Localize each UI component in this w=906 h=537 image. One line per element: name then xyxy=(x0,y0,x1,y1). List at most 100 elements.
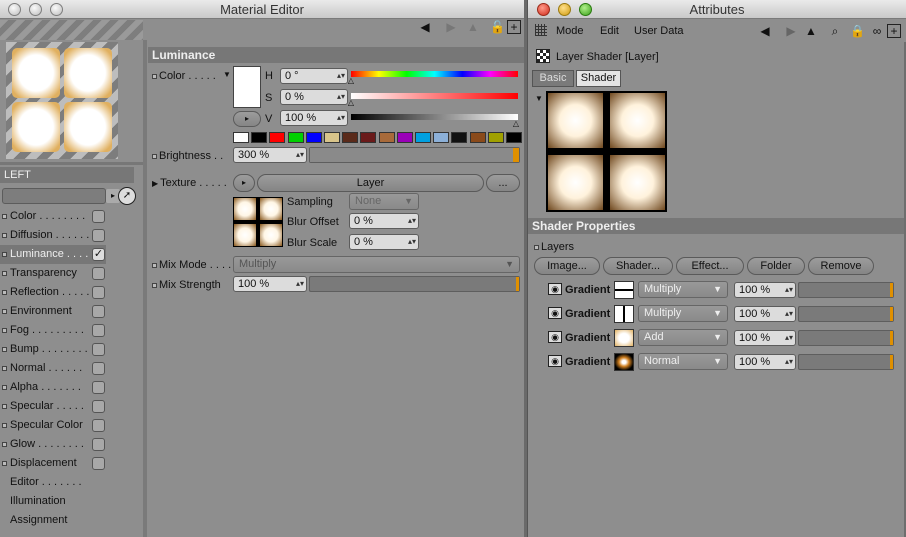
menu-user-data[interactable]: User Data xyxy=(634,24,684,38)
layer-name[interactable]: Gradient xyxy=(565,355,610,369)
layer-blend-select[interactable]: Normal ▼ xyxy=(638,353,728,370)
channel-checkbox[interactable] xyxy=(92,457,105,470)
texture-expand-icon[interactable]: ▶ xyxy=(152,179,158,188)
remove-button[interactable]: Remove xyxy=(808,257,874,275)
color-swatch[interactable] xyxy=(360,132,377,143)
lock-icon[interactable]: 🔒 xyxy=(850,24,865,38)
channel-item[interactable]: Specular Color xyxy=(0,416,106,435)
hue-slider[interactable] xyxy=(351,71,518,77)
channel-item[interactable]: Glow . . . . . . . . xyxy=(0,435,106,454)
channel-checkbox[interactable] xyxy=(92,210,105,223)
cursor-up-icon[interactable]: ▲ xyxy=(804,24,818,38)
color-swatch[interactable] xyxy=(378,132,395,143)
channel-checkbox[interactable] xyxy=(92,343,105,356)
shader-preview[interactable] xyxy=(546,91,667,212)
color-swatch[interactable] xyxy=(269,132,286,143)
color-swatch[interactable] xyxy=(469,132,486,143)
layer-opacity-handle[interactable] xyxy=(890,307,893,321)
layer-opacity-field[interactable]: 100 % ▴▾ xyxy=(734,330,796,346)
material-name-field[interactable] xyxy=(2,188,106,204)
image-button[interactable]: Image... xyxy=(534,257,600,275)
layer-name[interactable]: Gradient xyxy=(565,283,610,297)
channel-item[interactable]: Color . . . . . . . . xyxy=(0,207,106,226)
channel-item[interactable]: Displacement xyxy=(0,454,106,473)
brightness-slider[interactable] xyxy=(309,147,520,163)
channel-item[interactable]: Normal . . . . . . xyxy=(0,359,106,378)
channel-checkbox[interactable]: ✓ xyxy=(92,248,105,261)
texture-thumbnail[interactable] xyxy=(233,197,283,247)
channel-checkbox[interactable] xyxy=(92,229,105,242)
layer-opacity-handle[interactable] xyxy=(890,331,893,345)
mix-mode-select[interactable]: Multiply ▼ xyxy=(233,256,520,273)
sampling-select[interactable]: None ▼ xyxy=(349,193,419,210)
material-preview[interactable] xyxy=(6,42,118,159)
new-window-icon[interactable]: + xyxy=(507,20,521,34)
color-swatch[interactable] xyxy=(451,132,468,143)
brightness-stepper-icon[interactable]: ▴▾ xyxy=(296,148,304,162)
arrow-right-icon[interactable]: ▶ xyxy=(444,20,458,34)
shader-button[interactable]: Shader... xyxy=(603,257,673,275)
collapse-preview-icon[interactable]: ▼ xyxy=(532,92,546,106)
eye-icon[interactable]: ◉ xyxy=(548,331,562,343)
cursor-up-icon[interactable]: ▲ xyxy=(466,20,480,34)
new-window-icon[interactable]: + xyxy=(887,24,901,38)
stepper-icon[interactable]: ▴▾ xyxy=(785,355,793,369)
color-expand-icon[interactable]: ▼ xyxy=(220,68,234,82)
channel-item[interactable]: Environment xyxy=(0,302,106,321)
menu-mode[interactable]: Mode xyxy=(556,24,584,38)
layer-thumbnail[interactable] xyxy=(614,281,634,299)
color-swatch[interactable] xyxy=(487,132,504,143)
layer-opacity-handle[interactable] xyxy=(890,283,893,297)
layer-name[interactable]: Gradient xyxy=(565,331,610,345)
channel-checkbox[interactable] xyxy=(92,267,105,280)
mix-strength-dot-icon[interactable] xyxy=(152,282,157,288)
channel-item[interactable]: Bump . . . . . . . . xyxy=(0,340,106,359)
texture-layer-button[interactable]: Layer xyxy=(257,174,484,192)
channel-checkbox[interactable] xyxy=(92,286,105,299)
stepper-icon[interactable]: ▴▾ xyxy=(785,331,793,345)
saturation-slider-handle[interactable]: △ xyxy=(346,96,356,110)
channel-checkbox[interactable] xyxy=(92,305,105,318)
folder-button[interactable]: Folder xyxy=(747,257,805,275)
hue-field[interactable]: 0 ° ▴▾ xyxy=(280,68,348,84)
arrow-left-icon[interactable]: ◀ xyxy=(418,20,432,34)
brightness-dot-icon[interactable] xyxy=(152,153,157,159)
layer-opacity-field[interactable]: 100 % ▴▾ xyxy=(734,354,796,370)
channel-checkbox[interactable] xyxy=(92,419,105,432)
color-swatch[interactable] xyxy=(506,132,522,143)
layer-thumbnail[interactable] xyxy=(614,353,634,371)
mix-strength-field[interactable]: 100 % ▴▾ xyxy=(233,276,307,292)
layer-blend-select[interactable]: Add ▼ xyxy=(638,329,728,346)
nav-editor[interactable]: Editor . . . . . . . xyxy=(0,473,106,492)
channel-item[interactable]: Alpha . . . . . . . xyxy=(0,378,106,397)
color-options-button[interactable]: ▸ xyxy=(233,111,261,127)
hue-slider-handle[interactable]: △ xyxy=(346,74,356,88)
channel-checkbox[interactable] xyxy=(92,324,105,337)
color-swatch[interactable] xyxy=(287,132,304,143)
color-swatch[interactable] xyxy=(305,132,322,143)
color-swatch[interactable] xyxy=(396,132,413,143)
channel-item[interactable]: Reflection . . . . . xyxy=(0,283,106,302)
channel-item[interactable]: Luminance . . . . xyxy=(0,245,106,264)
close-button[interactable] xyxy=(537,3,550,16)
stepper-icon[interactable]: ▴▾ xyxy=(785,283,793,297)
blur-offset-field[interactable]: 0 % ▴▾ xyxy=(349,213,419,229)
close-button[interactable] xyxy=(8,3,21,16)
texture-more-button[interactable]: ... xyxy=(486,174,520,192)
blur-scale-field[interactable]: 0 % ▴▾ xyxy=(349,234,419,250)
channel-checkbox[interactable] xyxy=(92,362,105,375)
layer-opacity-slider[interactable] xyxy=(798,330,894,346)
mix-mode-dot-icon[interactable] xyxy=(152,262,157,268)
menu-edit[interactable]: Edit xyxy=(600,24,619,38)
value-slider[interactable] xyxy=(351,114,518,120)
color-swatch[interactable] xyxy=(324,132,340,143)
channel-checkbox[interactable] xyxy=(92,438,105,451)
minimize-button[interactable] xyxy=(558,3,571,16)
eye-icon[interactable]: ◉ xyxy=(548,307,562,319)
layer-thumbnail[interactable] xyxy=(614,305,634,323)
minimize-button[interactable] xyxy=(29,3,42,16)
eye-icon[interactable]: ◉ xyxy=(548,355,562,367)
channel-checkbox[interactable] xyxy=(92,381,105,394)
tab-shader[interactable]: Shader xyxy=(576,70,621,87)
value-stepper-icon[interactable]: ▴▾ xyxy=(337,111,345,125)
